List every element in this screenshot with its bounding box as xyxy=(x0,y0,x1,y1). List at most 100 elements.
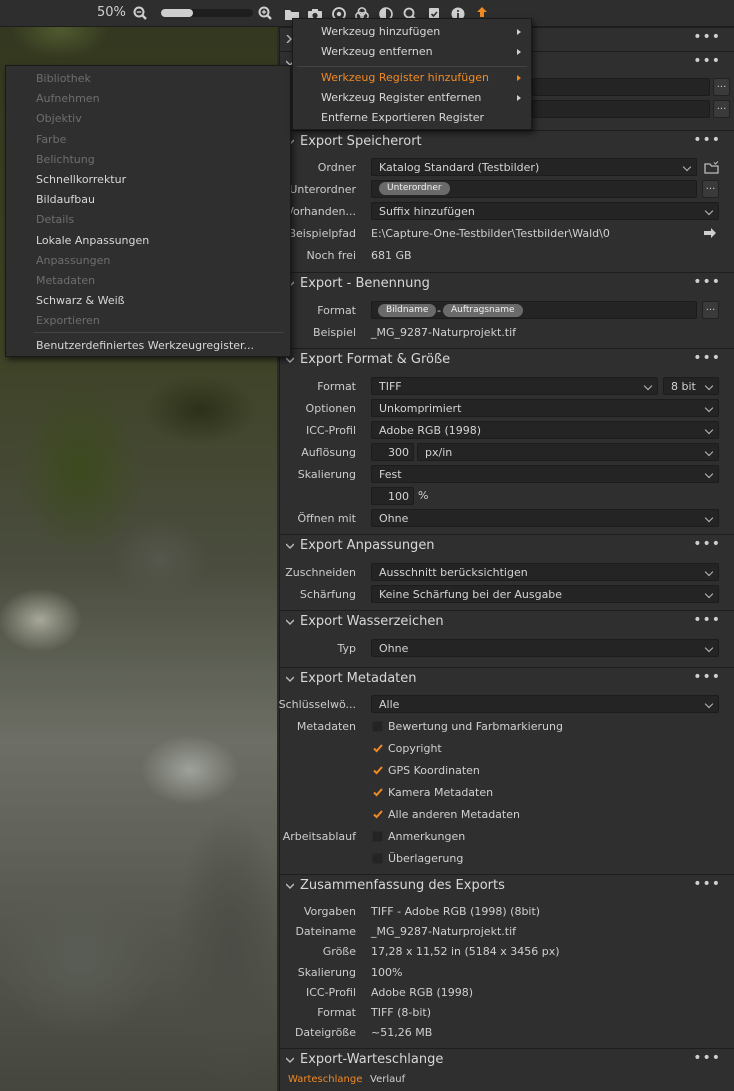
more-icon[interactable]: ••• xyxy=(693,536,721,552)
more-icon[interactable]: ••• xyxy=(693,132,721,148)
checkmark-icon[interactable] xyxy=(372,742,384,754)
metadata-option-label: Copyright xyxy=(388,742,442,755)
checkmark-icon[interactable] xyxy=(372,764,384,776)
zoom-slider-fill xyxy=(161,9,194,17)
export-format-header[interactable]: Export Format & Größe ••• xyxy=(280,348,734,372)
watermark-type-dropdown[interactable]: Ohne xyxy=(371,639,719,657)
options-label: Optionen xyxy=(305,402,356,415)
hidden-browse-button-2[interactable]: ... xyxy=(713,100,730,118)
section-title: Export - Benennung xyxy=(300,276,430,291)
options-value: Unkomprimiert xyxy=(379,402,462,415)
section-title: Export-Warteschlange xyxy=(300,1052,444,1067)
scaling-dropdown[interactable]: Fest xyxy=(371,465,719,483)
tool-tab-menu: Bibliothek Aufnehmen Objektiv Farbe Belichtu… xyxy=(5,65,291,357)
export-naming-header[interactable]: Export - Benennung ••• xyxy=(280,272,734,296)
summary-value: TIFF (8-bit) xyxy=(371,1006,432,1019)
summary-value: 17,28 x 11,52 in (5184 x 3456 px) xyxy=(371,945,560,959)
folder-dropdown[interactable]: Katalog Standard (Testbilder) xyxy=(371,158,697,176)
section-title: Zusammenfassung des Exports xyxy=(300,878,505,893)
sharpening-value: Keine Schärfung bei der Ausgabe xyxy=(379,588,563,601)
scale-percent-input[interactable]: 100 xyxy=(371,487,414,505)
export-summary-header[interactable]: Zusammenfassung des Exports ••• xyxy=(280,874,734,898)
more-icon[interactable]: ••• xyxy=(693,29,721,45)
hidden-field-1[interactable] xyxy=(532,78,710,96)
zoom-out-icon[interactable] xyxy=(133,6,147,20)
more-icon[interactable]: ••• xyxy=(693,876,721,892)
submenu-arrow-icon xyxy=(517,95,521,101)
more-icon[interactable]: ••• xyxy=(693,53,721,69)
format-label: Format xyxy=(317,380,356,393)
checkmark-icon[interactable] xyxy=(372,808,384,820)
naming-format-label: Format xyxy=(317,304,356,317)
open-with-dropdown[interactable]: Ohne xyxy=(371,509,719,527)
menu-item: Details xyxy=(36,213,75,227)
bit-depth-dropdown[interactable]: 8 bit xyxy=(663,377,719,395)
menu-item-custom-tab[interactable]: Benutzerdefiniertes Werkzeugregister... xyxy=(36,339,254,352)
export-queue-header[interactable]: Export-Warteschlange ••• Warteschlange V… xyxy=(280,1048,734,1091)
image-name-token[interactable]: Bildname xyxy=(378,304,437,317)
menu-item[interactable]: Entferne Exportieren Register xyxy=(321,111,484,124)
more-icon[interactable]: ••• xyxy=(693,1050,721,1066)
more-icon[interactable]: ••• xyxy=(693,274,721,290)
keywords-dropdown[interactable]: Alle xyxy=(371,695,719,713)
icc-profile-dropdown[interactable]: Adobe RGB (1998) xyxy=(371,421,719,439)
summary-label: Vorgaben xyxy=(303,905,356,918)
sharpening-dropdown[interactable]: Keine Schärfung bei der Ausgabe xyxy=(371,585,719,603)
menu-item[interactable]: Werkzeug Register entfernen xyxy=(321,91,481,104)
checkbox[interactable] xyxy=(372,853,383,864)
zoom-slider[interactable] xyxy=(161,9,253,17)
export-watermark-header[interactable]: Export Wasserzeichen ••• xyxy=(280,610,734,634)
subfolder-token[interactable]: Unterordner xyxy=(379,182,450,195)
menu-item[interactable]: Werkzeug entfernen xyxy=(321,45,433,58)
summary-label: Format xyxy=(317,1006,356,1019)
crop-value: Ausschnitt berücksichtigen xyxy=(379,566,528,579)
menu-item[interactable]: Lokale Anpassungen xyxy=(36,234,149,247)
section-title: Export Speicherort xyxy=(300,134,422,149)
scaling-label: Skalierung xyxy=(297,468,356,481)
tab-queue[interactable]: Warteschlange xyxy=(288,1074,362,1085)
scaling-value: Fest xyxy=(379,468,402,481)
menu-item[interactable]: Werkzeug Register hinzufügen xyxy=(321,71,489,84)
naming-example-label: Beispiel xyxy=(313,326,356,339)
menu-item[interactable]: Bildaufbau xyxy=(36,193,95,206)
tab-history[interactable]: Verlauf xyxy=(370,1074,405,1085)
section-title: Export Metadaten xyxy=(300,671,417,686)
hidden-browse-button-1[interactable]: ... xyxy=(713,78,730,96)
keywords-value: Alle xyxy=(379,698,400,711)
zoom-in-icon[interactable] xyxy=(258,6,272,20)
menu-item[interactable]: Werkzeug hinzufügen xyxy=(321,25,440,38)
resolution-input[interactable]: 300 xyxy=(371,443,414,461)
export-location-header[interactable]: Export Speicherort ••• xyxy=(280,130,734,154)
existing-files-dropdown[interactable]: Suffix hinzufügen xyxy=(371,202,719,220)
folder-browse-icon[interactable] xyxy=(704,161,720,175)
menu-item[interactable]: Schnellkorrektur xyxy=(36,173,126,186)
checkbox[interactable] xyxy=(372,831,383,842)
summary-value: Adobe RGB (1998) xyxy=(371,985,474,999)
watermark-type-label: Typ xyxy=(337,642,357,655)
checkmark-icon[interactable] xyxy=(372,786,384,798)
resolution-unit-dropdown[interactable]: px/in xyxy=(417,443,719,461)
folder-label: Ordner xyxy=(317,161,356,174)
icc-profile-value: Adobe RGB (1998) xyxy=(379,424,482,437)
section-title: Export Format & Größe xyxy=(300,352,451,367)
export-adjustments-header[interactable]: Export Anpassungen ••• xyxy=(280,534,734,558)
chevron-down-icon xyxy=(286,357,294,363)
chevron-down-icon xyxy=(286,883,294,889)
more-icon[interactable]: ••• xyxy=(693,350,721,366)
metadata-option-label: Bewertung und Farbmarkierung xyxy=(388,720,563,733)
keywords-label: Schlüsselwö... xyxy=(278,698,356,711)
arrow-right-icon[interactable] xyxy=(703,227,717,239)
format-dropdown[interactable]: TIFF xyxy=(371,377,658,395)
job-name-token[interactable]: Auftragsname xyxy=(443,304,523,317)
checkbox[interactable] xyxy=(372,721,383,732)
more-icon[interactable]: ••• xyxy=(693,612,721,628)
menu-item[interactable]: Schwarz & Weiß xyxy=(36,294,125,307)
hidden-field-2[interactable] xyxy=(532,100,710,118)
export-metadata-header[interactable]: Export Metadaten ••• xyxy=(280,667,734,691)
options-dropdown[interactable]: Unkomprimiert xyxy=(371,399,719,417)
crop-dropdown[interactable]: Ausschnitt berücksichtigen xyxy=(371,563,719,581)
more-icon[interactable]: ••• xyxy=(693,669,721,685)
summary-value: TIFF - Adobe RGB (1998) (8bit) xyxy=(371,905,541,918)
subfolder-browse-button[interactable]: ... xyxy=(702,180,719,198)
naming-browse-button[interactable]: ... xyxy=(702,301,719,319)
